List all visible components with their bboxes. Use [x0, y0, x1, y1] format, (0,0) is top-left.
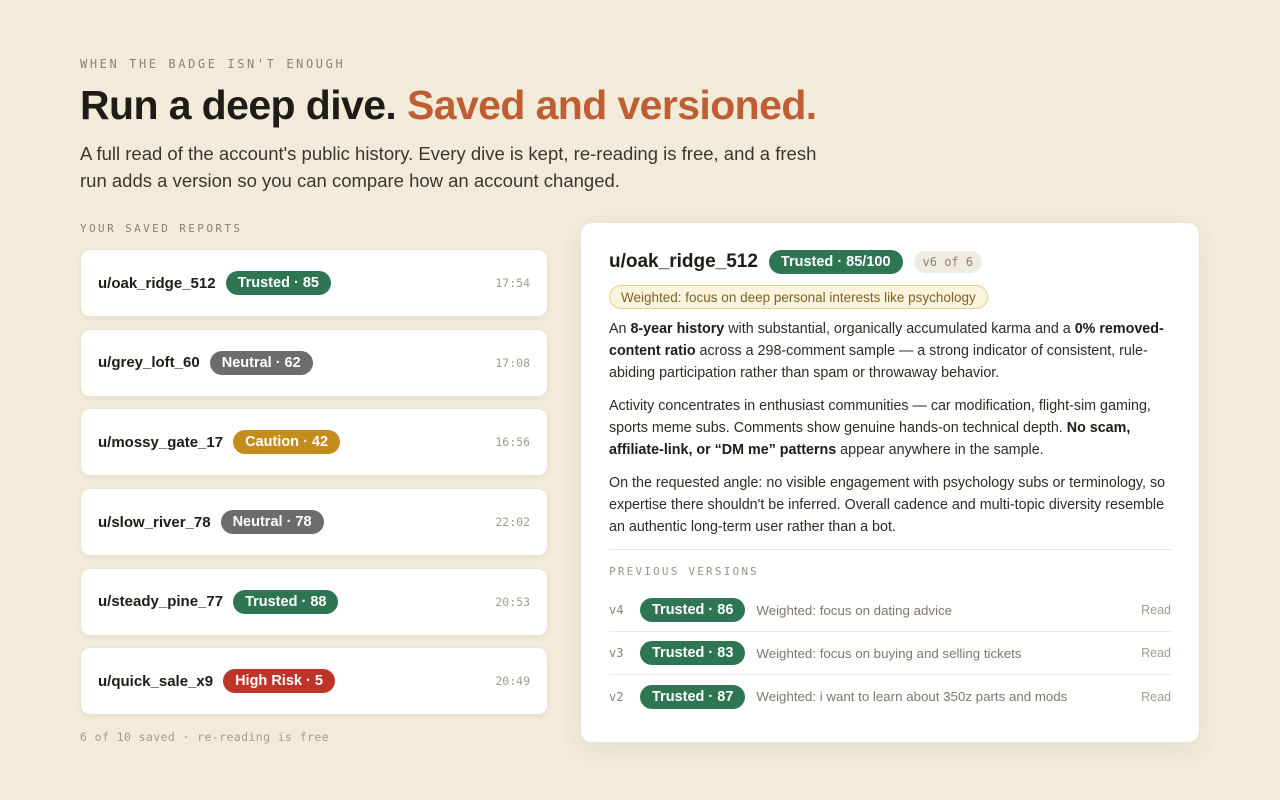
report-card[interactable]: u/slow_river_78 Neutral · 78 22:02 [80, 488, 548, 557]
read-version-link[interactable]: Read [1141, 646, 1171, 660]
summary-paragraph: On the requested angle: no visible engag… [609, 475, 1166, 535]
previous-versions-list: v4 Trusted · 86 Weighted: focus on datin… [609, 589, 1171, 718]
report-card[interactable]: u/steady_pine_77 Trusted · 88 20:53 [80, 567, 548, 636]
report-username: u/quick_sale_x9 [98, 672, 214, 690]
version-weighting: Weighted: focus on dating advice [756, 602, 953, 618]
version-number: v4 [609, 603, 624, 617]
trust-badge: Caution · 42 [233, 430, 341, 455]
page-title: Run a deep dive. Saved and versioned. [80, 82, 817, 129]
report-card[interactable]: u/quick_sale_x9 High Risk · 5 20:49 [80, 647, 548, 716]
report-time: 22:02 [495, 515, 530, 530]
trust-badge: Neutral · 78 [220, 510, 324, 535]
version-chip: v6 of 6 [913, 251, 983, 273]
report-time: 20:53 [495, 594, 530, 609]
section-eyebrow: WHEN THE BADGE ISN'T ENOUGH [80, 57, 346, 71]
divider [609, 549, 1171, 550]
report-time: 17:54 [495, 276, 530, 290]
saved-reports-label: YOUR SAVED REPORTS [80, 222, 243, 235]
report-time: 20:49 [495, 674, 530, 689]
trust-badge: Neutral · 62 [209, 350, 313, 375]
title-main: Run a deep dive. [80, 82, 397, 128]
detail-summary: An 8-year history with substantial, orga… [609, 318, 1171, 538]
trust-badge: Trusted · 86 [640, 598, 746, 622]
detail-trust-badge: Trusted · 85/100 [768, 250, 903, 274]
detail-header: u/oak_ridge_512 Trusted · 85/100 v6 of 6 [609, 249, 1171, 275]
previous-versions-label: PREVIOUS VERSIONS [609, 565, 759, 578]
report-username: u/grey_loft_60 [98, 354, 200, 372]
previous-version-row: v3 Trusted · 83 Weighted: focus on buyin… [609, 632, 1171, 675]
trust-badge: Trusted · 83 [640, 641, 746, 665]
previous-version-row: v4 Trusted · 86 Weighted: focus on datin… [609, 589, 1171, 632]
saved-count-note: 6 of 10 saved · re-reading is free [80, 730, 330, 744]
version-weighting: Weighted: i want to learn about 350z par… [756, 689, 1068, 704]
trust-badge: Trusted · 87 [640, 684, 746, 709]
summary-paragraph: Activity concentrates in enthusiast comm… [609, 398, 1151, 458]
trust-badge: High Risk · 5 [223, 669, 335, 694]
summary-paragraph: An 8-year history with substantial, orga… [609, 321, 1164, 381]
report-card[interactable]: u/oak_ridge_512 Trusted · 85 17:54 [80, 249, 548, 317]
version-number: v3 [609, 646, 624, 660]
trust-badge: Trusted · 88 [233, 589, 339, 614]
version-weighting: Weighted: focus on buying and selling ti… [756, 645, 1022, 661]
version-number: v2 [609, 689, 624, 704]
read-version-link[interactable]: Read [1141, 690, 1171, 704]
report-card[interactable]: u/grey_loft_60 Neutral · 62 17:08 [80, 328, 548, 397]
report-time: 16:56 [495, 435, 530, 450]
page-subtitle: A full read of the account's public hist… [80, 143, 817, 191]
report-card[interactable]: u/mossy_gate_17 Caution · 42 16:56 [80, 408, 548, 477]
previous-version-row: v2 Trusted · 87 Weighted: i want to lear… [609, 675, 1171, 718]
report-username: u/steady_pine_77 [98, 593, 224, 611]
weighting-chip: Weighted: focus on deep personal interes… [609, 285, 988, 309]
trust-badge: Trusted · 85 [225, 271, 331, 295]
title-accent: Saved and versioned. [407, 82, 817, 128]
report-username: u/mossy_gate_17 [98, 433, 224, 451]
report-time: 17:08 [495, 355, 530, 370]
read-version-link[interactable]: Read [1141, 603, 1171, 617]
detail-username: u/oak_ridge_512 [609, 251, 758, 272]
report-detail-panel: u/oak_ridge_512 Trusted · 85/100 v6 of 6… [580, 222, 1200, 743]
saved-reports-list: u/oak_ridge_512 Trusted · 85 17:54 u/gre… [80, 249, 548, 727]
report-username: u/oak_ridge_512 [98, 274, 216, 292]
report-username: u/slow_river_78 [98, 513, 211, 531]
